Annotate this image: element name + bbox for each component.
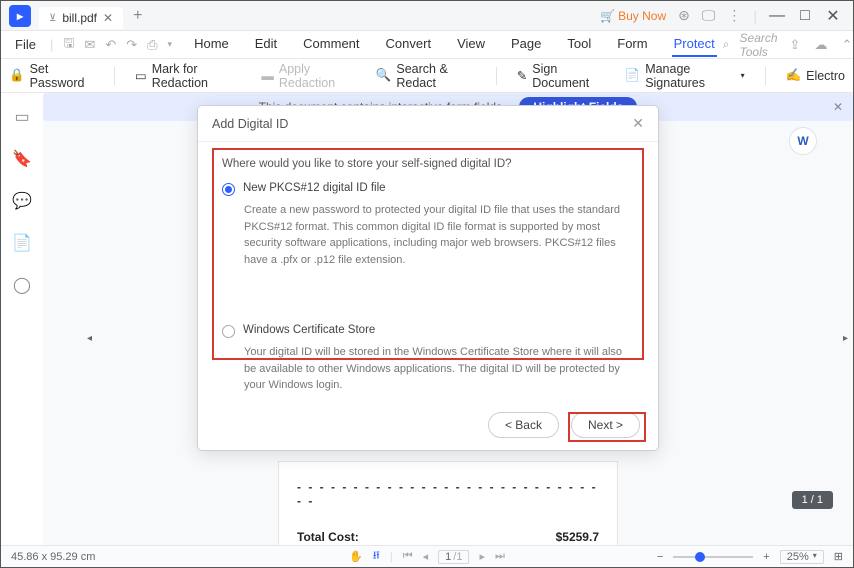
maximize-button[interactable]: □ <box>797 7 813 25</box>
tab-home[interactable]: Home <box>192 32 231 57</box>
search-tools-input[interactable]: Search Tools <box>740 31 778 59</box>
undo-icon[interactable]: ↶ <box>103 37 118 53</box>
option-pkcs12[interactable]: New PKCS#12 digital ID file <box>222 182 634 196</box>
notification-icon[interactable]: 🖵 <box>702 7 716 24</box>
tab-form[interactable]: Form <box>615 32 649 57</box>
first-page-icon[interactable]: ⏮ <box>403 550 413 563</box>
zoom-select[interactable]: 25% ▾ <box>780 550 824 564</box>
manage-signatures-button[interactable]: 📄 Manage Signatures ▾ <box>625 62 745 90</box>
electronic-button[interactable]: ✍ Electro <box>786 68 845 83</box>
close-window-button[interactable]: ✕ <box>825 6 841 26</box>
next-button[interactable]: Next > <box>571 412 640 438</box>
buy-now-link[interactable]: 🛒 Buy Now <box>600 9 666 23</box>
tab-comment[interactable]: Comment <box>301 32 361 57</box>
divider: | <box>48 37 55 52</box>
zoom-out-icon[interactable]: − <box>657 551 663 563</box>
apply-redaction-button: ▬ Apply Redaction <box>261 62 355 90</box>
fit-page-icon[interactable]: ⊞ <box>834 550 843 563</box>
close-tab-icon[interactable]: ✕ <box>103 11 113 25</box>
signatures-icon: 📄 <box>625 68 641 83</box>
tab-convert[interactable]: Convert <box>384 32 434 57</box>
cloud-icon[interactable]: ☁ <box>812 37 829 53</box>
chevron-down-icon: ▾ <box>741 71 745 80</box>
last-page-icon[interactable]: ⏭ <box>495 550 505 563</box>
prev-page-arrow[interactable]: ◂ <box>87 333 93 345</box>
document-tab[interactable]: ⊻ bill.pdf ✕ <box>39 7 123 29</box>
close-banner-icon[interactable]: ✕ <box>833 100 843 114</box>
more-icon[interactable]: ⋮ <box>727 7 741 24</box>
redact-apply-icon: ▬ <box>261 69 274 83</box>
tab-check-icon: ⊻ <box>49 13 56 24</box>
back-button[interactable]: < Back <box>488 412 559 438</box>
tab-page[interactable]: Page <box>509 32 543 57</box>
select-tool-icon[interactable]: ⭿ <box>373 547 380 566</box>
sign-document-button[interactable]: ✎ Sign Document <box>517 62 605 90</box>
tab-title: bill.pdf <box>62 11 97 25</box>
next-page-icon[interactable]: ▸ <box>479 550 485 563</box>
zoom-in-icon[interactable]: + <box>763 551 769 563</box>
divider <box>765 67 766 85</box>
search-icon: ⌕ <box>723 37 730 52</box>
option-windows-store[interactable]: Windows Certificate Store <box>222 324 634 338</box>
thumbnails-icon[interactable]: ▭ <box>14 107 29 127</box>
dialog-title: Add Digital ID <box>212 117 288 131</box>
radio-windows-store[interactable] <box>222 325 235 338</box>
add-digital-id-dialog: Add Digital ID ✕ Where would you like to… <box>197 105 659 451</box>
search-redact-button[interactable]: 🔍 Search & Redact <box>376 62 476 90</box>
app-logo-icon: ▸ <box>9 5 31 27</box>
dialog-prompt: Where would you like to store your self-… <box>222 158 634 170</box>
page-input[interactable]: 1 /1 <box>438 550 469 564</box>
option-pkcs12-label: New PKCS#12 digital ID file <box>243 182 386 194</box>
new-tab-button[interactable]: + <box>133 7 142 25</box>
mail-icon[interactable]: ✉ <box>82 37 97 53</box>
dropdown-icon[interactable]: ▾ <box>166 39 175 50</box>
print-icon[interactable]: ⎙ <box>145 37 159 53</box>
minimize-button[interactable]: — <box>769 7 785 25</box>
option-windows-store-label: Windows Certificate Store <box>243 324 375 336</box>
prev-page-icon[interactable]: ◂ <box>423 550 429 563</box>
tab-tool[interactable]: Tool <box>565 32 593 57</box>
file-menu[interactable]: File <box>9 35 42 54</box>
search-redact-icon: 🔍 <box>376 68 392 83</box>
bookmarks-icon[interactable]: 🔖 <box>12 149 32 169</box>
page-counter-badge: 1 / 1 <box>792 491 833 509</box>
electronic-icon: ✍ <box>786 68 802 83</box>
option-pkcs12-description: Create a new password to protected your … <box>244 202 630 268</box>
search-panel-icon[interactable]: ◯ <box>13 275 31 295</box>
collapse-ribbon-icon[interactable]: ⌃ <box>839 37 854 53</box>
cart-icon: 🛒 <box>600 9 615 23</box>
next-page-arrow[interactable]: ▸ <box>843 333 849 345</box>
total-cost-value: $5259.7 <box>556 530 599 544</box>
divider: | <box>390 551 393 563</box>
sign-icon: ✎ <box>517 68 527 83</box>
attachments-icon[interactable]: 📄 <box>12 233 32 253</box>
document-page: - - - - - - - - - - - - - - - - - - - - … <box>278 461 618 545</box>
divider <box>114 67 115 85</box>
word-export-badge[interactable]: W <box>789 127 817 155</box>
mark-redaction-button[interactable]: ▭ Mark for Redaction <box>135 62 242 90</box>
divider: | <box>753 8 757 24</box>
lock-icon: 🔒 <box>9 68 25 83</box>
close-dialog-icon[interactable]: ✕ <box>632 115 644 132</box>
cursor-position: 45.86 x 95.29 cm <box>11 551 95 563</box>
hand-tool-icon[interactable]: ✋ <box>349 550 363 563</box>
divider <box>496 67 497 85</box>
redact-mark-icon: ▭ <box>135 68 147 83</box>
tab-protect[interactable]: Protect <box>672 32 717 57</box>
comments-icon[interactable]: 💬 <box>12 191 32 211</box>
chevron-down-icon: ▾ <box>813 551 817 563</box>
zoom-slider[interactable] <box>673 556 753 558</box>
tab-view[interactable]: View <box>455 32 487 57</box>
radio-pkcs12[interactable] <box>222 183 235 196</box>
save-icon[interactable]: 🖫 <box>61 34 76 56</box>
option-windows-store-description: Your digital ID will be stored in the Wi… <box>244 344 630 394</box>
set-password-button[interactable]: 🔒 Set Password <box>9 62 94 90</box>
tab-edit[interactable]: Edit <box>253 32 279 57</box>
gift-icon[interactable]: ⊛ <box>678 7 690 24</box>
total-cost-label: Total Cost: <box>297 530 359 544</box>
redo-icon[interactable]: ↷ <box>124 37 139 53</box>
separator-line: - - - - - - - - - - - - - - - - - - - - … <box>297 480 599 508</box>
share-icon[interactable]: ⇪ <box>788 37 803 53</box>
